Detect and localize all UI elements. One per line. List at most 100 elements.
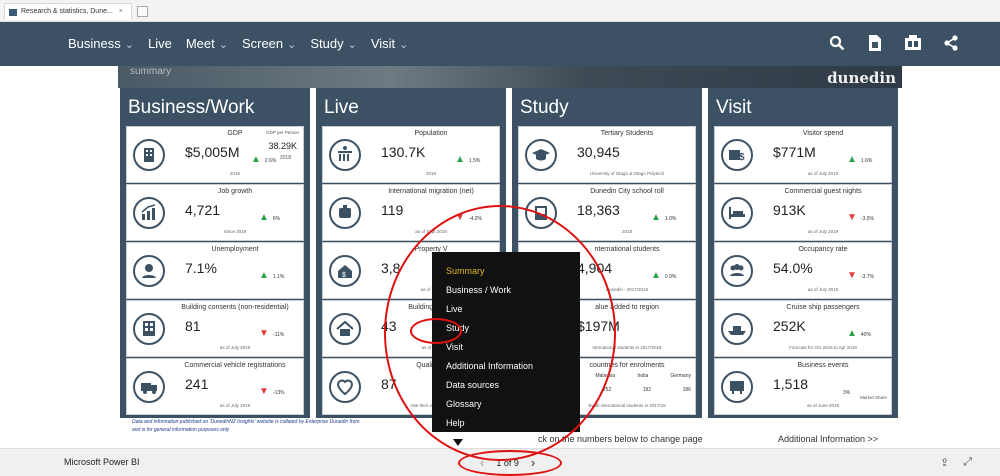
browser-tab-title: Research & statistics, Dune... <box>21 8 113 15</box>
kpi-value: 81 <box>185 318 201 334</box>
document-icon[interactable] <box>864 32 886 54</box>
nav-item-study[interactable]: Study ⌄ <box>310 36 356 51</box>
growth-chart-icon <box>133 197 165 229</box>
group-icon <box>721 255 753 287</box>
kpi-subtitle: as of Sept 2018 <box>415 229 447 234</box>
menu-item-live[interactable]: Live <box>446 300 580 319</box>
change-page-hint: ck on the numbers below to change page <box>538 434 703 444</box>
menu-item-additional-information[interactable]: Additional Information <box>446 357 580 376</box>
print-icon[interactable] <box>902 32 924 54</box>
kpi-card[interactable]: Building consents (non-residential) 81 ▼ -1… <box>126 300 304 357</box>
page-navigation-menu: Summary Business / Work Live Study Visit Addi… <box>432 252 580 432</box>
search-icon[interactable] <box>826 32 848 54</box>
nav-item-label: Screen <box>241 36 284 51</box>
nav-item-live[interactable]: Live <box>148 36 172 51</box>
kpi-card[interactable]: Population 130.7K ▲ 1.5% 2018 <box>322 126 500 183</box>
kpi-card[interactable]: Cruise ship passengers 252K ▲ 40% Forecast f… <box>714 300 892 357</box>
kpi-label: countries for enrolments <box>589 362 665 369</box>
additional-info-link[interactable]: Additional Information >> <box>778 434 878 444</box>
school-book-icon <box>525 197 557 229</box>
countries-table: USAMalaysiaIndiaGermany802252192186 <box>563 373 691 393</box>
kpi-card[interactable]: Job growth 4,721 ▲ 6% Since 2019 <box>126 184 304 241</box>
menu-item-business-work[interactable]: Business / Work <box>446 281 580 300</box>
kpi-subtitle: as of July 2019 <box>219 345 251 350</box>
new-tab-button[interactable] <box>137 6 148 17</box>
powerbi-favicon-icon <box>9 9 17 16</box>
menu-item-study[interactable]: Study <box>446 319 580 338</box>
column-title: Business/Work <box>128 97 255 118</box>
bottom-bar-icons: ⇪ ⤢ <box>940 456 972 469</box>
kpi-card[interactable]: Unemployment 7.1% ▲ 1.1% <box>126 242 304 299</box>
kpi-value: $5,005M <box>185 144 240 160</box>
kpi-subtitle: as of July 2019 <box>807 171 839 176</box>
kpi-label: Unemployment <box>211 246 259 253</box>
kpi-change: 0.9% <box>664 274 677 280</box>
money-icon: $ <box>721 139 753 171</box>
migration-icon <box>329 197 361 229</box>
prev-page-button[interactable]: ‹ <box>480 455 484 470</box>
kpi-card[interactable]: International migration (net) 119 ▼ -4.2% as… <box>322 184 500 241</box>
kpi-label: Tertiary Students <box>600 130 654 137</box>
share-icon[interactable] <box>940 32 962 54</box>
kpi-card[interactable]: $ Visitor spend $771M ▲ 1.6% as of July 2019 <box>714 126 892 183</box>
fullscreen-icon[interactable]: ⤢ <box>963 456 972 469</box>
nav-item-screen[interactable]: Screen ⌄ <box>242 36 296 51</box>
chevron-down-icon: ⌄ <box>347 39 357 51</box>
countries-cell: 186 <box>682 387 691 393</box>
office-icon <box>133 313 165 345</box>
nav-item-business[interactable]: Business ⌄ <box>68 36 134 51</box>
page-indicator[interactable]: 1 of 9 <box>496 458 519 468</box>
column-title: Study <box>520 97 569 118</box>
trend-up-icon: ▲ <box>259 270 269 281</box>
share-report-icon[interactable]: ⇪ <box>940 456 949 469</box>
kpi-value: $197M <box>577 318 620 334</box>
kpi-card[interactable]: Commercial vehicle registrations 241 ▼ -13%… <box>126 358 304 415</box>
kpi-label: Commercial guest nights <box>784 188 862 195</box>
kpi-card[interactable]: Dunedin City school roll 18,363 ▲ 1.0% 2018 <box>518 184 696 241</box>
countries-row: USAMalaysiaIndiaGermany <box>563 373 691 379</box>
nav-icons <box>826 32 962 54</box>
population-icon <box>329 139 361 171</box>
trend-up-icon: ▲ <box>259 212 269 223</box>
trend-down-icon: ▼ <box>847 212 857 223</box>
person-icon <box>133 255 165 287</box>
nav-item-meet[interactable]: Meet ⌄ <box>186 36 228 51</box>
kpi-card[interactable]: Occupancy rate 54.0% ▼ -3.7% as of July 2019 <box>714 242 892 299</box>
trend-up-icon: ▲ <box>251 154 261 165</box>
kpi-subtitle: 2018 <box>425 171 436 176</box>
menu-item-help[interactable]: Help <box>446 414 580 433</box>
kpi-card[interactable]: Business events 1,518 3% Market Share as of … <box>714 358 892 415</box>
kpi-label: International migration (net) <box>388 188 474 195</box>
trend-down-icon: ▼ <box>455 212 465 223</box>
heart-icon <box>329 371 361 403</box>
kpi-trend: 3% <box>839 381 850 399</box>
kpi-trend: ▼ -3.7% <box>847 265 874 283</box>
kpi-subtitle: as of July 2019 <box>807 229 839 234</box>
chevron-down-icon: ⌄ <box>287 39 297 51</box>
menu-item-glossary[interactable]: Glossary <box>446 395 580 414</box>
kpi-trend: ▲ 1.1% <box>259 265 284 283</box>
browser-tab[interactable]: Research & statistics, Dune... × <box>4 3 132 20</box>
powerbi-link[interactable]: Microsoft Power BI <box>64 457 140 467</box>
kpi-card[interactable]: Tertiary Students 30,945 University of Ota… <box>518 126 696 183</box>
column-business-work: Business/Work GDP $5,005M ▲ 2.6% GDP per Pers… <box>120 88 310 418</box>
building-icon <box>133 139 165 171</box>
next-page-button[interactable]: › <box>531 455 535 470</box>
chevron-down-icon: ⌄ <box>218 39 228 51</box>
kpi-card[interactable]: Commercial guest nights 913K ▼ -3.5% as of J… <box>714 184 892 241</box>
kpi-label: Job growth <box>217 188 253 195</box>
kpi-value: 7.1% <box>185 260 217 276</box>
menu-item-visit[interactable]: Visit <box>446 338 580 357</box>
countries-cell: 192 <box>642 387 652 393</box>
kpi-trend: ▼ -11% <box>259 323 284 341</box>
kpi-change: 1.1% <box>272 274 285 280</box>
kpi-label: Building consents (non-residential) <box>181 304 289 311</box>
menu-item-data-sources[interactable]: Data sources <box>446 376 580 395</box>
kpi-value: 252K <box>773 318 806 334</box>
nav-item-visit[interactable]: Visit ⌄ <box>371 36 409 51</box>
kpi-change: 3% <box>843 390 851 396</box>
kpi-card[interactable]: GDP $5,005M ▲ 2.6% GDP per Person 38.29K 2018 2… <box>126 126 304 183</box>
tab-close-icon[interactable]: × <box>119 8 123 15</box>
menu-item-summary[interactable]: Summary <box>446 262 580 281</box>
kpi-extra-sub: 2018 <box>279 155 291 161</box>
